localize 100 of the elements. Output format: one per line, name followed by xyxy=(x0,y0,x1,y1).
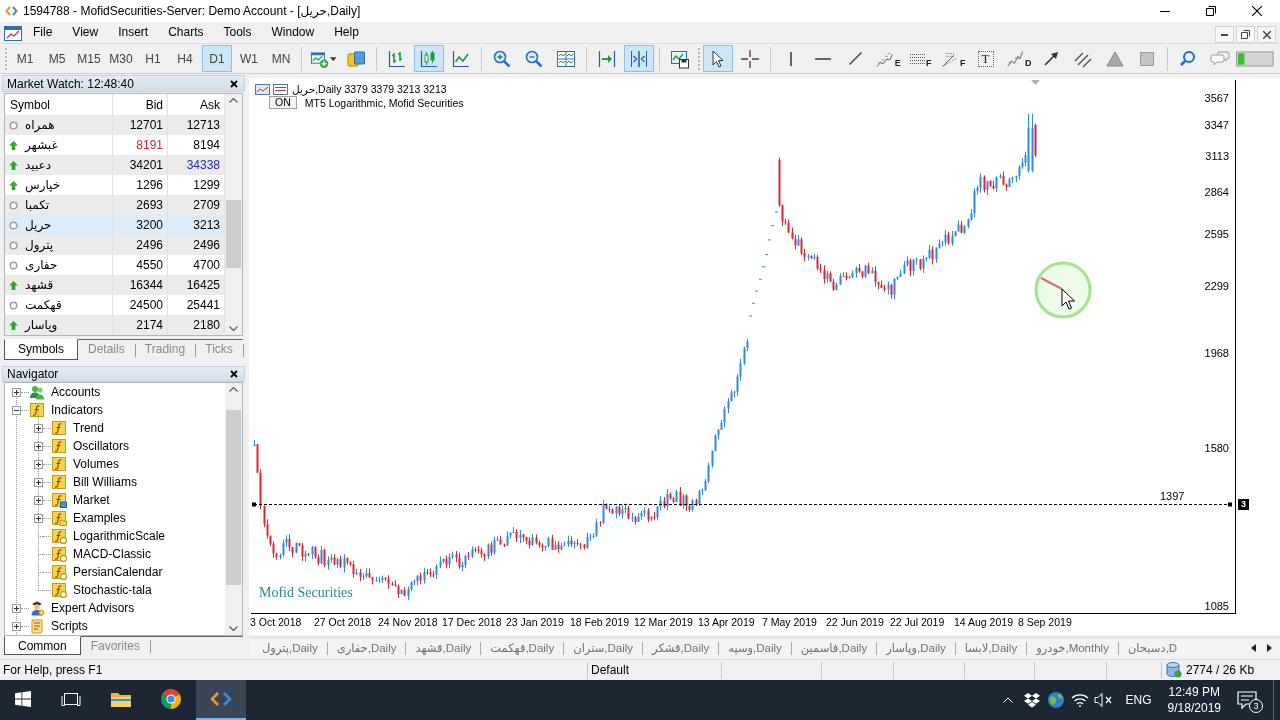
tree-item[interactable]: MACD-Classic xyxy=(73,547,151,561)
scrollbar[interactable] xyxy=(225,94,242,335)
expand-icon[interactable] xyxy=(34,423,43,433)
globe-icon[interactable] xyxy=(1046,691,1065,709)
menu-item[interactable]: Window xyxy=(261,23,325,42)
time-axis-label: 27 Oct 2018 xyxy=(314,615,372,630)
close-icon[interactable] xyxy=(230,79,238,88)
chart-tab[interactable]: قهکمت,Daily xyxy=(481,638,564,658)
speaker-muted-icon[interactable] xyxy=(1093,693,1114,707)
menu-item[interactable]: Insert xyxy=(108,23,159,42)
tree-item[interactable]: Scripts xyxy=(51,619,88,633)
tree-item[interactable]: Accounts xyxy=(51,385,101,399)
chart-window-icon[interactable] xyxy=(4,24,22,41)
menu-item[interactable]: Help xyxy=(324,23,369,42)
tree-item[interactable]: Market xyxy=(73,493,110,507)
tree-item[interactable]: Examples xyxy=(73,511,126,525)
tree-item[interactable]: PersianCalendar xyxy=(73,565,163,579)
timeframe-button[interactable]: H4 xyxy=(170,45,200,72)
expand-icon[interactable] xyxy=(34,459,43,469)
tree-item[interactable]: Volumes xyxy=(73,457,120,471)
expand-icon[interactable] xyxy=(34,495,43,505)
wave-tool-button[interactable]: D xyxy=(1002,45,1035,72)
expand-icon[interactable] xyxy=(12,603,21,613)
chart-tab[interactable]: ستران,Daily xyxy=(564,638,643,658)
tree-item[interactable]: Stochastic-tala xyxy=(73,583,152,597)
chart-tab[interactable]: دسبحان,D xyxy=(1118,638,1186,658)
clock-time[interactable]: 12:49 PM xyxy=(1168,684,1220,700)
chart-restore-button[interactable] xyxy=(1236,26,1255,43)
timeframe-button[interactable]: W1 xyxy=(234,45,264,72)
expand-icon[interactable] xyxy=(12,621,21,631)
auto-scroll-button[interactable] xyxy=(624,45,655,72)
tree-item[interactable]: Bill Williams xyxy=(73,475,137,489)
shift-marker-icon[interactable] xyxy=(1031,80,1040,85)
signal-bar-icon xyxy=(1236,50,1274,67)
candlestick-chart-button[interactable] xyxy=(414,45,445,72)
chart-minimize-button[interactable] xyxy=(1215,26,1234,43)
scrollbar[interactable] xyxy=(225,383,242,635)
tree-item[interactable]: Indicators xyxy=(51,403,104,417)
menu-item[interactable]: File xyxy=(23,23,63,42)
timeframe-button[interactable]: M30 xyxy=(106,45,136,72)
text-tool-button[interactable]: T xyxy=(970,45,1001,72)
timeframe-button[interactable]: MN xyxy=(266,45,296,72)
function-icon xyxy=(51,456,67,472)
panel-tab[interactable]: Symbols xyxy=(4,339,78,360)
menu-item[interactable]: Tools xyxy=(213,23,262,42)
panel-tab[interactable]: Common xyxy=(4,636,81,655)
chart-tab[interactable]: پترول,Daily xyxy=(253,638,327,658)
price-axis-label: 3347 xyxy=(1204,118,1229,132)
bid-price: 12701 xyxy=(113,115,168,135)
expand-icon[interactable] xyxy=(34,441,43,451)
chevron-up-icon[interactable] xyxy=(1002,697,1013,703)
trading-app-button[interactable] xyxy=(196,680,246,720)
scroll-left-icon[interactable] xyxy=(1251,644,1256,652)
fibonacci-fan-button[interactable]: F xyxy=(937,45,969,72)
scroll-right-icon[interactable] xyxy=(1267,644,1272,652)
timeframe-button[interactable]: M1 xyxy=(10,45,40,72)
menu-item[interactable]: Charts xyxy=(158,23,214,42)
timeframe-button[interactable]: M15 xyxy=(74,45,104,72)
close-icon[interactable] xyxy=(230,370,238,378)
broker-label: Mofid Securities xyxy=(259,585,353,601)
tree-item[interactable]: Oscillators xyxy=(73,439,129,453)
chart-tab[interactable]: خودرو,Monthly xyxy=(1027,638,1118,658)
expand-icon[interactable] xyxy=(34,513,43,523)
chart-symbol: حریل,Daily xyxy=(292,83,342,95)
language-indicator[interactable]: ENG xyxy=(1115,693,1160,707)
chart-tab[interactable]: قشهد,Daily xyxy=(406,638,481,658)
symbol-name: خپارس xyxy=(25,178,61,192)
wifi-icon[interactable] xyxy=(1070,693,1089,707)
tree-item[interactable]: Trend xyxy=(73,421,104,435)
symbol-name: پترول xyxy=(25,238,54,252)
timeframe-button[interactable]: H1 xyxy=(138,45,168,72)
chart-tab[interactable]: وپاسار,Daily xyxy=(877,638,955,658)
expand-icon[interactable] xyxy=(12,387,21,397)
chart-tab[interactable]: لابسا,Daily xyxy=(955,638,1027,658)
fibonacci-expansion-button[interactable]: E xyxy=(872,45,904,72)
timeframe-button[interactable]: M5 xyxy=(42,45,72,72)
chart-tab[interactable]: قشکر,Daily xyxy=(643,638,719,658)
symbol-name: قشهد xyxy=(25,278,54,292)
chart-close-button[interactable] xyxy=(1257,26,1276,43)
timeframe-button[interactable]: D1 xyxy=(202,45,232,72)
chart-tab[interactable]: وسپه,Daily xyxy=(719,638,791,658)
symbol-name: حفاری xyxy=(25,258,58,272)
tree-item[interactable]: Expert Advisors xyxy=(51,601,135,615)
time-axis-label: 14 Aug 2019 xyxy=(954,615,1013,630)
scrollbar-thumb[interactable] xyxy=(226,200,241,268)
tree-item[interactable]: LogarithmicScale xyxy=(73,529,166,543)
notification-icon[interactable] xyxy=(1237,691,1257,709)
price-axis-label: 3567 xyxy=(1204,91,1229,105)
clock-date[interactable]: 9/18/2019 xyxy=(1167,700,1221,716)
scrollbar-thumb[interactable] xyxy=(226,410,241,585)
fibonacci-retracement-button[interactable]: F xyxy=(905,45,936,72)
price-level-line[interactable] xyxy=(252,502,1232,507)
cursor-button[interactable] xyxy=(703,45,734,72)
chart-tab[interactable]: حفاری,Daily xyxy=(327,638,406,658)
chart-tab[interactable]: فاسمین,Daily xyxy=(791,638,877,658)
box-logo-icon[interactable] xyxy=(1023,692,1040,708)
collapse-icon[interactable] xyxy=(12,405,21,415)
indicator-toggle-button[interactable]: ON xyxy=(269,96,297,109)
menu-item[interactable]: View xyxy=(62,23,109,42)
expand-icon[interactable] xyxy=(34,477,43,487)
